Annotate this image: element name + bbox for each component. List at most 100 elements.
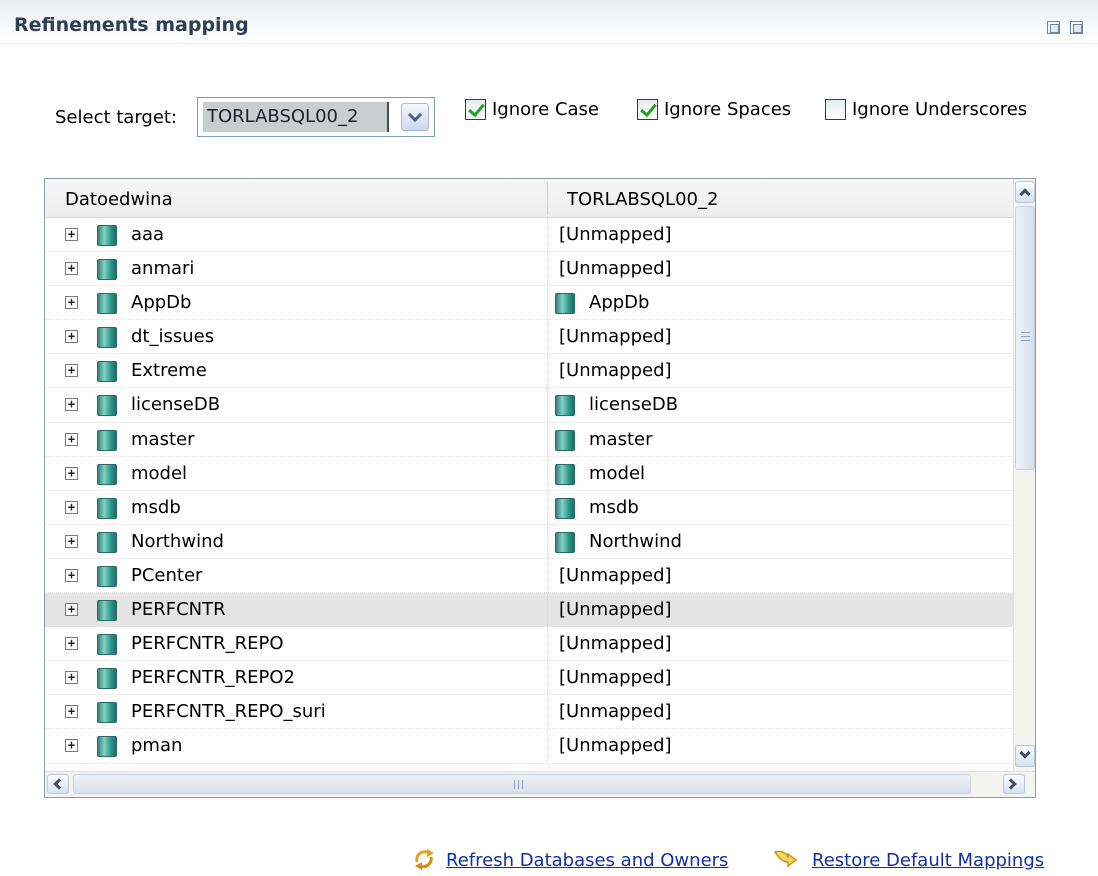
table-row[interactable]: + Northwind Northwind <box>45 524 1013 559</box>
expand-plus-icon[interactable]: + <box>65 705 78 719</box>
table-row[interactable]: + PERFCNTR [Unmapped] <box>45 593 1013 628</box>
target-mapping-cell[interactable]: [Unmapped] <box>559 360 672 381</box>
section-title: Refinements mapping <box>14 14 249 36</box>
expand-plus-icon[interactable]: + <box>65 398 78 412</box>
source-database-name: PERFCNTR <box>131 599 226 621</box>
source-database-name: anmari <box>131 258 195 280</box>
column-divider <box>547 490 548 524</box>
target-mapping-cell[interactable]: licenseDB <box>589 394 678 415</box>
database-icon <box>97 395 117 417</box>
checkbox-checked-icon[interactable] <box>465 99 486 120</box>
expand-plus-icon[interactable]: + <box>65 534 78 548</box>
scroll-down-button[interactable] <box>1015 745 1035 767</box>
table-row[interactable]: + PERFCNTR_REPO2 [Unmapped] <box>45 661 1013 696</box>
vertical-scroll-thumb[interactable] <box>1015 206 1035 470</box>
select-target-label: Select target: <box>55 107 178 128</box>
select-target-dropdown[interactable]: TORLABSQL00_2 <box>197 97 435 137</box>
table-row[interactable]: + licenseDB licenseDB <box>45 388 1013 423</box>
source-database-name: Extreme <box>131 360 207 382</box>
expand-plus-icon[interactable]: + <box>65 228 78 241</box>
expand-plus-icon[interactable]: + <box>65 739 78 753</box>
expand-plus-icon[interactable]: + <box>65 637 78 651</box>
target-mapping-cell[interactable]: msdb <box>589 497 639 518</box>
target-mapping-cell[interactable]: [Unmapped] <box>559 565 672 586</box>
expand-plus-icon[interactable]: + <box>65 466 78 480</box>
target-mapping-cell[interactable]: [Unmapped] <box>559 599 672 620</box>
source-database-name: pman <box>131 735 183 757</box>
target-mapping-cell[interactable]: model <box>589 463 645 484</box>
column-divider <box>547 218 548 252</box>
target-mapping-cell[interactable]: [Unmapped] <box>559 633 672 654</box>
horizontal-scrollbar[interactable] <box>45 771 1035 797</box>
table-row[interactable]: + pman [Unmapped] <box>45 729 1013 764</box>
column-divider[interactable] <box>547 182 548 215</box>
dropdown-button[interactable] <box>401 103 429 131</box>
table-row[interactable]: + anmari [Unmapped] <box>45 252 1013 287</box>
restore-default-mappings-link[interactable]: Restore Default Mappings <box>812 850 1044 871</box>
table-row[interactable]: + PERFCNTR_REPO_suri [Unmapped] <box>45 695 1013 730</box>
table-row[interactable]: + Extreme [Unmapped] <box>45 354 1013 389</box>
collapse-all-icon[interactable] <box>1047 21 1060 34</box>
expand-plus-icon[interactable]: + <box>65 432 78 446</box>
database-icon <box>97 429 117 451</box>
grip-icon <box>514 780 523 789</box>
scroll-right-button[interactable] <box>1003 774 1025 794</box>
target-mapping-cell[interactable]: [Unmapped] <box>559 326 672 347</box>
database-icon <box>97 668 117 690</box>
refresh-icon[interactable] <box>411 846 437 872</box>
table-row[interactable]: + master master <box>45 422 1013 457</box>
column-divider <box>547 286 548 320</box>
scroll-left-button[interactable] <box>47 774 69 794</box>
target-mapping-cell[interactable]: master <box>589 429 652 450</box>
target-mapping-cell[interactable]: [Unmapped] <box>559 224 672 245</box>
ignore-spaces-checkbox[interactable]: Ignore Spaces <box>637 99 791 120</box>
column-header-target[interactable]: TORLABSQL00_2 <box>567 189 718 210</box>
target-mapping-cell[interactable]: [Unmapped] <box>559 258 672 279</box>
scroll-up-button[interactable] <box>1015 181 1035 203</box>
target-mapping-cell[interactable]: [Unmapped] <box>559 701 672 722</box>
vertical-scrollbar[interactable] <box>1013 179 1035 771</box>
target-mapping-cell[interactable]: AppDb <box>589 292 649 313</box>
restore-icon[interactable] <box>772 846 798 870</box>
database-icon <box>97 736 117 758</box>
chevron-down-icon <box>407 107 423 122</box>
mapping-table: Datoedwina TORLABSQL00_2 + aaa [Unmapped] +… <box>44 178 1036 798</box>
table-row[interactable]: + aaa [Unmapped] <box>45 218 1013 253</box>
database-icon <box>97 327 117 349</box>
expand-plus-icon[interactable]: + <box>65 603 78 617</box>
table-row[interactable]: + AppDb AppDb <box>45 286 1013 321</box>
column-divider <box>547 627 548 661</box>
target-mapping-cell[interactable]: [Unmapped] <box>559 667 672 688</box>
horizontal-scroll-thumb[interactable] <box>73 774 971 794</box>
source-database-name: PERFCNTR_REPO2 <box>131 667 295 689</box>
checkbox-unchecked-icon[interactable] <box>825 99 846 120</box>
database-icon <box>97 463 117 485</box>
ignore-case-checkbox[interactable]: Ignore Case <box>465 99 599 120</box>
expand-plus-icon[interactable]: + <box>65 500 78 514</box>
source-database-name: dt_issues <box>131 326 215 348</box>
expand-all-icon[interactable] <box>1070 21 1083 34</box>
column-divider <box>547 354 548 388</box>
table-row[interactable]: + PERFCNTR_REPO [Unmapped] <box>45 627 1013 662</box>
expand-plus-icon[interactable]: + <box>65 330 78 344</box>
target-mapping-cell[interactable]: Northwind <box>589 531 682 552</box>
source-database-name: PERFCNTR_REPO <box>131 633 284 655</box>
table-row[interactable]: + PCenter [Unmapped] <box>45 558 1013 594</box>
expand-plus-icon[interactable]: + <box>65 262 78 276</box>
ignore-underscores-checkbox[interactable]: Ignore Underscores <box>825 99 1027 120</box>
table-row[interactable]: + msdb msdb <box>45 490 1013 525</box>
table-row[interactable]: + model model <box>45 456 1013 491</box>
source-database-name: licenseDB <box>131 394 221 416</box>
checkbox-checked-icon[interactable] <box>637 99 658 120</box>
refresh-databases-link[interactable]: Refresh Databases and Owners <box>446 850 728 871</box>
database-icon <box>97 361 117 383</box>
table-row[interactable]: + dt_issues [Unmapped] <box>45 320 1013 355</box>
select-target-value[interactable]: TORLABSQL00_2 <box>203 102 389 132</box>
column-header-source[interactable]: Datoedwina <box>65 189 173 210</box>
expand-plus-icon[interactable]: + <box>65 671 78 685</box>
expand-plus-icon[interactable]: + <box>65 364 78 378</box>
target-mapping-cell[interactable]: [Unmapped] <box>559 735 672 756</box>
source-database-name: AppDb <box>131 292 192 314</box>
expand-plus-icon[interactable]: + <box>65 568 78 582</box>
expand-plus-icon[interactable]: + <box>65 296 78 310</box>
